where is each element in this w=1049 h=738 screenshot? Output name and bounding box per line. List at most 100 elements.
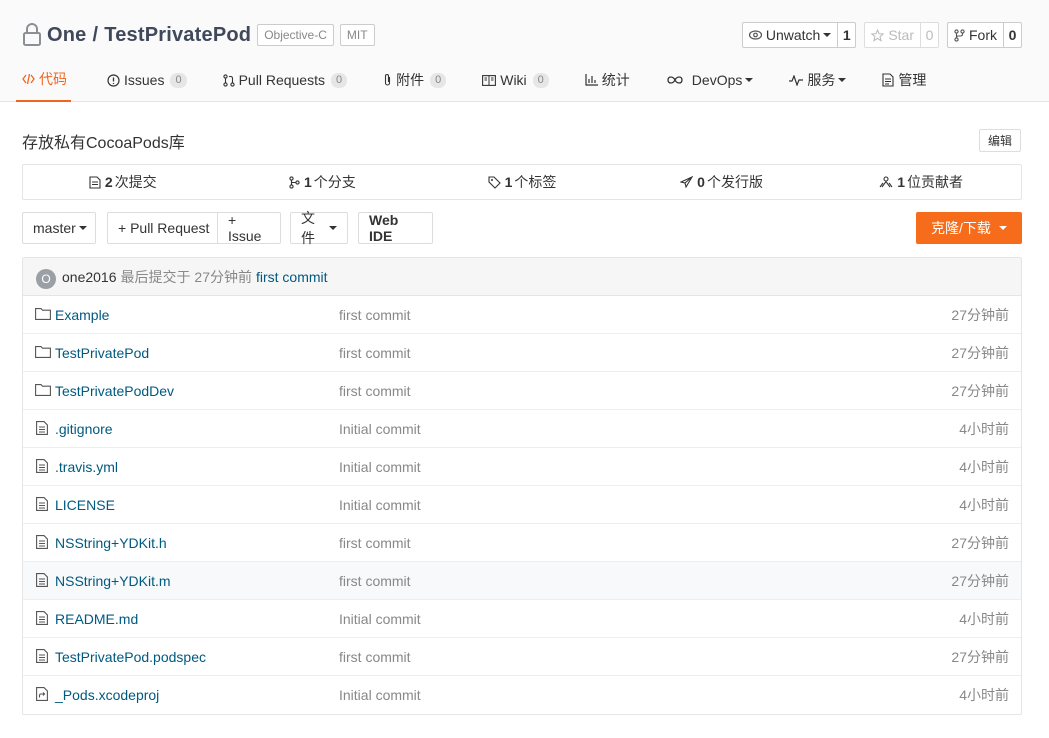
tab-devops[interactable]: DevOps — [666, 60, 754, 100]
tab-manage[interactable]: 管理 — [882, 60, 926, 100]
fork-count[interactable]: 0 — [1004, 22, 1022, 48]
web-ide-label: Web IDE — [369, 212, 399, 244]
tag-icon — [488, 175, 501, 189]
stat-count: 1 — [504, 174, 513, 190]
commit-author[interactable]: one2016 — [62, 269, 117, 285]
bar-chart-icon — [585, 74, 598, 86]
book-icon — [482, 74, 497, 86]
file-commit-message[interactable]: first commit — [339, 345, 411, 361]
table-row[interactable]: README.md Initial commit 4小时前 — [23, 600, 1021, 638]
table-row[interactable]: NSString+YDKit.h first commit 27分钟前 — [23, 524, 1021, 562]
file-name-link[interactable]: Example — [55, 307, 109, 323]
table-row[interactable]: TestPrivatePod.podspec first commit 27分钟前 — [23, 638, 1021, 676]
file-commit-time: 27分钟前 — [951, 382, 1009, 399]
stat-count: 1 — [303, 174, 312, 190]
pull-requests-count-badge: 0 — [330, 72, 348, 88]
file-name-link[interactable]: .gitignore — [55, 421, 113, 437]
file-commit-message[interactable]: Initial commit — [339, 459, 421, 475]
language-tag[interactable]: Objective-C — [257, 24, 334, 46]
tab-label: 代码 — [39, 71, 67, 87]
file-commit-message[interactable]: first commit — [339, 383, 411, 399]
file-name-link[interactable]: .travis.yml — [55, 459, 118, 475]
stat-count: 0 — [697, 174, 705, 190]
table-row[interactable]: _Pods.xcodeproj Initial commit 4小时前 — [23, 676, 1021, 714]
branch-select[interactable]: master — [22, 212, 96, 244]
tab-wiki[interactable]: Wiki 0 — [482, 60, 549, 100]
file-commit-time: 27分钟前 — [951, 534, 1009, 551]
table-row[interactable]: .gitignore Initial commit 4小时前 — [23, 410, 1021, 448]
branch-icon — [289, 175, 300, 189]
stat-tags[interactable]: 1 个标签 — [422, 165, 622, 199]
table-row[interactable]: TestPrivatePod first commit 27分钟前 — [23, 334, 1021, 372]
avatar[interactable]: O — [36, 268, 56, 289]
tab-pull-requests[interactable]: Pull Requests 0 — [222, 60, 348, 100]
table-row[interactable]: .travis.yml Initial commit 4小时前 — [23, 448, 1021, 486]
folder-icon — [35, 345, 51, 361]
clone-download-button[interactable]: 克隆/下载 — [916, 212, 1022, 244]
table-row[interactable]: TestPrivatePodDev first commit 27分钟前 — [23, 372, 1021, 410]
tab-label: 管理 — [898, 72, 927, 88]
file-name-link[interactable]: README.md — [55, 611, 138, 627]
table-row[interactable]: NSString+YDKit.m first commit 27分钟前 — [23, 562, 1021, 600]
file-icon — [36, 573, 48, 590]
file-list: O one2016 最后提交于 27分钟前 first commit Examp… — [22, 257, 1022, 715]
chevron-down-icon — [329, 226, 337, 230]
file-name-link[interactable]: NSString+YDKit.h — [55, 535, 167, 551]
fork-label: Fork — [969, 27, 997, 43]
file-commit-message[interactable]: first commit — [339, 573, 411, 589]
files-menu-button[interactable]: 文件 — [290, 210, 348, 246]
stat-contributors[interactable]: 1 位贡献者 — [821, 165, 1021, 199]
stat-commits[interactable]: 2 次提交 — [23, 165, 223, 199]
new-issue-button[interactable]: + Issue — [217, 212, 281, 244]
file-commit-message[interactable]: Initial commit — [339, 497, 421, 513]
stat-label: 次提交 — [114, 174, 157, 190]
tab-issues[interactable]: Issues 0 — [107, 60, 187, 100]
commit-message[interactable]: first commit — [256, 269, 328, 285]
file-icon — [36, 649, 48, 666]
web-ide-button[interactable]: Web IDE — [358, 212, 433, 244]
file-commit-message[interactable]: Initial commit — [339, 611, 421, 627]
repo-stats-bar: 2 次提交 1 个分支 1 个标签 0 个发行版 1 位贡献者 — [22, 164, 1022, 200]
tab-label: DevOps — [691, 72, 743, 88]
tab-statistics[interactable]: 统计 — [585, 60, 630, 100]
watch-button-group: Unwatch 1 — [741, 22, 857, 48]
license-tag[interactable]: MIT — [339, 24, 375, 46]
file-commit-message[interactable]: Initial commit — [339, 687, 421, 703]
file-name-link[interactable]: TestPrivatePod.podspec — [55, 649, 206, 665]
file-commit-time: 4小时前 — [959, 420, 1009, 437]
tab-services[interactable]: 服务 — [789, 60, 847, 100]
repo-actions: Unwatch 1 Star 0 Fork 0 — [741, 22, 1022, 48]
file-commit-message[interactable]: first commit — [339, 649, 411, 665]
file-commit-message[interactable]: Initial commit — [339, 421, 421, 437]
table-row[interactable]: LICENSE Initial commit 4小时前 — [23, 486, 1021, 524]
file-commit-message[interactable]: first commit — [339, 307, 411, 323]
edit-description-button[interactable]: 编辑 — [978, 129, 1021, 152]
tab-attachments[interactable]: 附件 0 — [383, 60, 447, 100]
latest-commit-bar: O one2016 最后提交于 27分钟前 first commit — [23, 258, 1021, 296]
settings-doc-icon — [882, 73, 894, 87]
commit-icon — [89, 175, 101, 189]
file-name-link[interactable]: NSString+YDKit.m — [55, 573, 171, 589]
stat-label: 位贡献者 — [907, 174, 964, 190]
file-commit-message[interactable]: first commit — [339, 535, 411, 551]
file-name-link[interactable]: _Pods.xcodeproj — [55, 687, 159, 703]
watch-count[interactable]: 1 — [838, 22, 857, 48]
file-name-link[interactable]: TestPrivatePodDev — [55, 383, 174, 399]
fork-button[interactable]: Fork — [947, 22, 1004, 48]
table-row[interactable]: Example first commit 27分钟前 — [23, 296, 1021, 334]
file-name-link[interactable]: TestPrivatePod — [55, 345, 149, 361]
pull-request-icon — [222, 73, 235, 87]
tab-label: 附件 — [396, 72, 425, 88]
star-button[interactable]: Star — [864, 22, 921, 48]
repo-owner[interactable]: One — [47, 24, 87, 47]
file-name-link[interactable]: LICENSE — [55, 497, 115, 513]
file-icon — [36, 611, 48, 628]
stat-branches[interactable]: 1 个分支 — [223, 165, 423, 199]
stat-releases[interactable]: 0 个发行版 — [622, 165, 822, 199]
watch-button[interactable]: Unwatch — [741, 22, 839, 48]
repo-name[interactable]: TestPrivatePod — [104, 24, 251, 47]
pulse-icon — [789, 74, 804, 86]
chevron-down-icon — [998, 226, 1007, 230]
star-count[interactable]: 0 — [921, 22, 939, 48]
tab-code[interactable]: 代码 — [16, 60, 71, 102]
